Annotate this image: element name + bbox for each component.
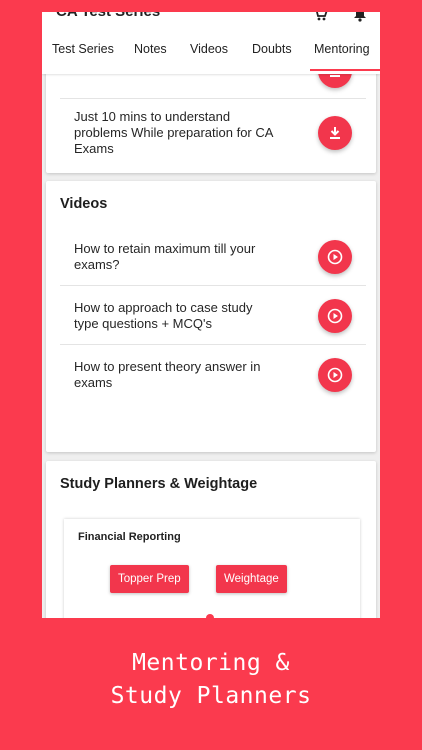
videos-card: Videos How to retain maximum till your e… <box>46 181 376 452</box>
topper-prep-button[interactable]: Topper Prep <box>110 565 189 593</box>
subject-card: Financial Reporting Topper Prep Weightag… <box>64 519 360 618</box>
play-button[interactable] <box>318 240 352 274</box>
list-item[interactable]: How to retain maximum till your exams? <box>60 227 366 286</box>
cart-icon[interactable] <box>312 12 328 22</box>
play-icon <box>327 249 343 265</box>
active-tab-indicator <box>310 69 380 71</box>
bell-icon[interactable] <box>352 12 368 22</box>
video-title: How to retain maximum till your exams? <box>74 241 256 272</box>
play-button[interactable] <box>318 299 352 333</box>
study-planners-card: Study Planners & Weightage Financial Rep… <box>46 461 376 618</box>
play-icon <box>327 367 343 383</box>
play-button[interactable] <box>318 358 352 392</box>
tab-notes[interactable]: Notes <box>134 42 167 56</box>
app-bar: CA Test Series Test Series Notes Videos … <box>42 12 380 74</box>
tab-mentoring[interactable]: Mentoring <box>314 42 370 56</box>
tab-doubts[interactable]: Doubts <box>252 42 292 56</box>
note-title: Just 10 mins to understand problems Whil… <box>74 109 273 156</box>
subject-title: Financial Reporting <box>78 531 181 543</box>
list-item[interactable]: Just 10 mins to understand problems Whil… <box>60 99 366 173</box>
tab-videos[interactable]: Videos <box>190 42 228 56</box>
scroll-indicator <box>206 614 214 622</box>
tab-test-series[interactable]: Test Series <box>52 42 114 56</box>
caption-line-1: Mentoring & <box>132 650 290 676</box>
download-button[interactable] <box>318 116 352 150</box>
phone-screen: CA Test Series Test Series Notes Videos … <box>42 12 380 618</box>
video-title: How to present theory answer in exams <box>74 359 261 390</box>
caption-line-2: Study Planners <box>110 683 312 709</box>
weightage-button[interactable]: Weightage <box>216 565 287 593</box>
play-icon <box>327 308 343 324</box>
video-title: How to approach to case study type quest… <box>74 300 253 331</box>
app-title: CA Test Series <box>56 12 160 20</box>
list-item[interactable]: How to present theory answer in exams <box>60 345 366 403</box>
videos-heading: Videos <box>60 196 108 212</box>
list-item[interactable]: How to approach to case study type quest… <box>60 286 366 345</box>
download-icon <box>330 127 340 139</box>
study-planners-heading: Study Planners & Weightage <box>60 476 258 492</box>
